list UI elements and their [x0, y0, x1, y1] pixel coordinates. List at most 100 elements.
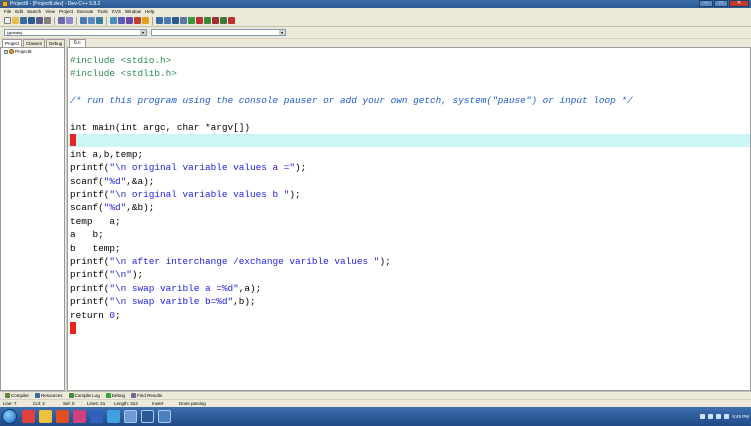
- unindent-icon[interactable]: [228, 17, 235, 24]
- devcpp-icon[interactable]: [124, 410, 137, 423]
- tab-debug[interactable]: Debug: [46, 39, 66, 47]
- new-project-icon[interactable]: [156, 17, 163, 24]
- arrow-up-icon[interactable]: [700, 414, 706, 419]
- code-line[interactable]: printf("\n swap varible b=%d",b);: [68, 295, 750, 308]
- menu-project[interactable]: Project: [57, 8, 75, 15]
- tab-debug[interactable]: Debug: [104, 392, 127, 399]
- menu-help[interactable]: Help: [143, 8, 156, 15]
- code-line[interactable]: [68, 81, 750, 94]
- code-line[interactable]: printf("\n original variable values a ="…: [68, 161, 750, 174]
- code-line[interactable]: b temp;: [68, 242, 750, 255]
- menu-search[interactable]: Search: [25, 8, 43, 15]
- chevron-down-icon[interactable]: ▾: [140, 30, 146, 35]
- rebuild-icon[interactable]: [134, 17, 141, 24]
- open-icon[interactable]: [12, 17, 19, 24]
- print-icon[interactable]: [44, 17, 51, 24]
- code-line[interactable]: scanf("%d",&a);: [68, 175, 750, 188]
- tab-find-results[interactable]: Find Results: [129, 392, 164, 399]
- flag-icon[interactable]: [724, 414, 730, 419]
- start-button[interactable]: [2, 409, 17, 424]
- redo-icon[interactable]: [66, 17, 73, 24]
- clock[interactable]: 5:45 PM: [732, 414, 749, 419]
- chevron-down-icon[interactable]: ▾: [279, 30, 285, 35]
- tab-file[interactable]: 6.c: [69, 39, 86, 47]
- goto-bookmark-icon[interactable]: [180, 17, 187, 24]
- insert-icon[interactable]: [164, 17, 171, 24]
- code-line[interactable]: [68, 108, 750, 121]
- chart-icon[interactable]: [204, 17, 211, 24]
- close-button[interactable]: ✕: [729, 0, 749, 7]
- code-line[interactable]: [68, 134, 750, 148]
- function-select[interactable]: ▾: [151, 29, 286, 36]
- expand-icon[interactable]: +: [4, 49, 8, 54]
- chrome-icon[interactable]: [22, 410, 35, 423]
- check-icon[interactable]: [188, 17, 195, 24]
- compiler-scope-select[interactable]: (globals) ▾: [4, 29, 147, 36]
- monitor-icon[interactable]: [158, 410, 171, 423]
- tab-project[interactable]: Project: [2, 39, 23, 47]
- menu-tools[interactable]: Tools: [95, 8, 110, 15]
- code-token: );: [379, 256, 391, 267]
- code-line[interactable]: #include <stdlib.h>: [68, 67, 750, 80]
- tree-item-project[interactable]: + Project8: [1, 48, 64, 55]
- undo-icon[interactable]: [58, 17, 65, 24]
- debug-icon[interactable]: [142, 17, 149, 24]
- minimize-button[interactable]: –: [699, 0, 713, 7]
- save-all-icon[interactable]: [28, 17, 35, 24]
- stop-icon[interactable]: [196, 17, 203, 24]
- media-icon[interactable]: [56, 410, 69, 423]
- code-line[interactable]: [68, 322, 750, 335]
- code-line[interactable]: /* run this program using the console pa…: [68, 94, 750, 107]
- replace-icon[interactable]: [88, 17, 95, 24]
- indent-icon[interactable]: [220, 17, 227, 24]
- tab-compiler[interactable]: Compiler: [3, 392, 31, 399]
- code-editor[interactable]: #include <stdio.h> #include <stdlib.h> /* …: [67, 47, 751, 391]
- new-icon[interactable]: [4, 17, 11, 24]
- code-line[interactable]: return 0;: [68, 309, 750, 322]
- run-icon[interactable]: [118, 17, 125, 24]
- volume-icon[interactable]: [708, 414, 714, 419]
- compile-icon[interactable]: [110, 17, 117, 24]
- close-icon[interactable]: [36, 17, 43, 24]
- tab-resources[interactable]: Resources: [33, 392, 65, 399]
- editor-tabs: 6.c: [67, 39, 751, 47]
- class-browser-icon[interactable]: [212, 17, 219, 24]
- project-panel-tabs: Project Classes Debug: [0, 39, 66, 47]
- compile-run-icon[interactable]: [126, 17, 133, 24]
- menu-view[interactable]: View: [43, 8, 57, 15]
- menu-file[interactable]: File: [2, 8, 13, 15]
- tab-classes[interactable]: Classes: [23, 39, 46, 47]
- paint-icon[interactable]: [73, 410, 86, 423]
- menu-cvs[interactable]: CVS: [110, 8, 123, 15]
- code-line[interactable]: temp a;: [68, 215, 750, 228]
- goto-icon[interactable]: [96, 17, 103, 24]
- word-icon[interactable]: [90, 410, 103, 423]
- code-line[interactable]: int main(int argc, char *argv[]): [68, 121, 750, 134]
- code-line[interactable]: int a,b,temp;: [68, 148, 750, 161]
- tab-compile-log[interactable]: Compile Log: [67, 392, 102, 399]
- system-tray: 5:45 PM: [700, 407, 749, 426]
- status-lines: Lines: 21: [87, 401, 106, 406]
- code-token: a b;: [70, 229, 104, 241]
- code-line[interactable]: scanf("%d",&b);: [68, 201, 750, 214]
- window-controls: – □ ✕: [699, 0, 749, 8]
- folder-icon[interactable]: [39, 410, 52, 423]
- code-line[interactable]: printf("\n original variable values b ")…: [68, 188, 750, 201]
- code-line[interactable]: #include <stdio.h>: [68, 54, 750, 67]
- network-icon[interactable]: [716, 414, 722, 419]
- menu-edit[interactable]: Edit: [13, 8, 25, 15]
- terminal-icon[interactable]: [141, 410, 154, 423]
- message-tabs: Compiler Resources Compile Log Debug Find Re…: [0, 391, 751, 399]
- code-line[interactable]: printf("\n swap varible a =%d",a);: [68, 282, 750, 295]
- code-line[interactable]: printf("\n");: [68, 268, 750, 281]
- find-icon[interactable]: [80, 17, 87, 24]
- code-line[interactable]: printf("\n after interchange /exchange v…: [68, 255, 750, 268]
- menu-execute[interactable]: Execute: [75, 8, 95, 15]
- code-token: ,&a);: [126, 175, 155, 187]
- maximize-button[interactable]: □: [714, 0, 728, 7]
- code-line[interactable]: a b;: [68, 228, 750, 241]
- menu-window[interactable]: Window: [123, 8, 143, 15]
- save-icon[interactable]: [20, 17, 27, 24]
- toggle-bookmark-icon[interactable]: [172, 17, 179, 24]
- app-icon[interactable]: [107, 410, 120, 423]
